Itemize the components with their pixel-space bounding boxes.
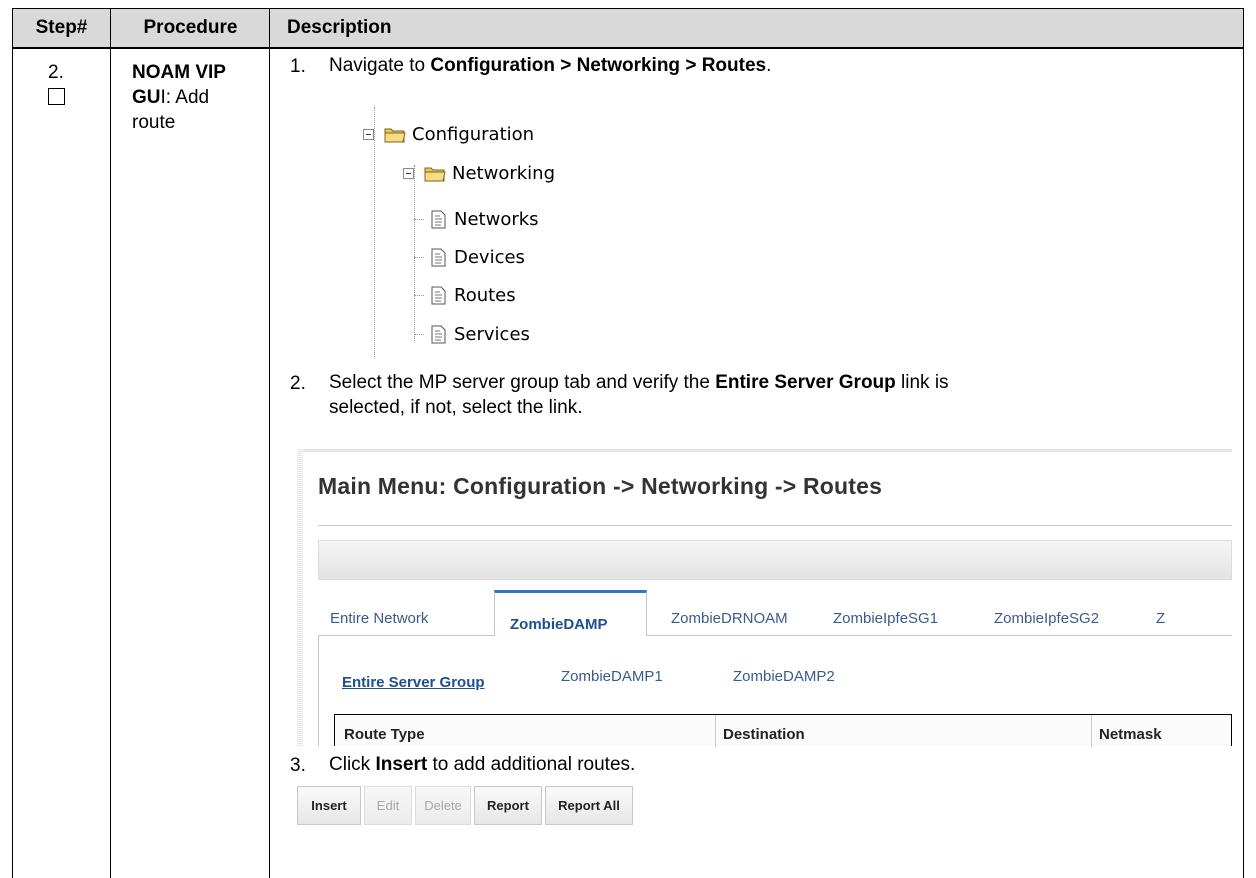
procedure-table: Step# Procedure Description 2. NOAM VIP … (12, 8, 1244, 878)
step3-bold: Insert (375, 754, 428, 775)
step2-post: link is (895, 372, 949, 393)
step2-bold: Entire Server Group (715, 372, 896, 393)
procedure-text: NOAM VIP GUI: Add route (132, 60, 272, 135)
step1-text: Navigate to Configuration > Networking >… (329, 53, 771, 78)
report-button[interactable]: Report (474, 786, 542, 825)
procedure-line3: route (132, 112, 176, 133)
page-title: Main Menu: Configuration -> Networking -… (318, 473, 883, 499)
tab-zombieipfesg2[interactable]: ZombieIpfeSG2 (994, 610, 1099, 627)
step-number: 2. (48, 62, 64, 83)
step1-number: 1. (290, 56, 306, 77)
step3-number: 3. (290, 755, 306, 776)
title-divider (318, 525, 1232, 526)
column-divider (1091, 715, 1092, 747)
document-icon (431, 325, 446, 344)
tree-node-networking[interactable]: Networking (403, 160, 555, 186)
header-step: Step# (35, 17, 88, 38)
header-procedure: Procedure (143, 17, 238, 38)
table-divider-2 (269, 8, 270, 878)
procedure-line2-rest: I: Add (160, 87, 210, 108)
toolbar-bar (318, 540, 1232, 580)
step2-line2: selected, if not, select the link. (329, 397, 583, 418)
tree-branch-4 (414, 334, 424, 335)
column-route-type[interactable]: Route Type (344, 726, 425, 743)
step2-number: 2. (290, 373, 306, 394)
tree-branch-1 (414, 219, 424, 220)
edit-button[interactable]: Edit (364, 786, 412, 825)
step3-post: to add additional routes. (427, 754, 636, 775)
step1-pre: Navigate to (329, 55, 431, 76)
subtab-zombiedamp2[interactable]: ZombieDAMP2 (733, 668, 835, 685)
tree-label-networking: Networking (452, 162, 555, 184)
step-checkbox[interactable] (48, 88, 65, 105)
folder-open-icon (424, 165, 446, 182)
tree-node-configuration[interactable]: Configuration (363, 121, 534, 147)
collapse-icon[interactable] (403, 167, 414, 179)
column-destination[interactable]: Destination (723, 726, 805, 743)
tree-leaf-routes[interactable]: Routes (431, 282, 516, 308)
screenshot-left-edge (297, 449, 303, 746)
tree-label-devices: Devices (454, 246, 525, 268)
step1-bold: Configuration > Networking > Routes (430, 55, 767, 76)
document-icon (431, 210, 446, 229)
folder-open-icon (384, 126, 406, 143)
step2-text: Select the MP server group tab and verif… (329, 370, 1209, 420)
step3-pre: Click (329, 754, 376, 775)
header-bottom-line (12, 48, 1244, 49)
tab-zombiedamp[interactable]: ZombieDAMP (510, 616, 608, 633)
tree-leaf-networks[interactable]: Networks (431, 206, 539, 232)
column-divider (715, 715, 716, 747)
navigation-tree: Configuration Networking Networks Device… (358, 107, 618, 360)
tab-zombieipfesg1[interactable]: ZombieIpfeSG1 (833, 610, 938, 627)
procedure-line1: NOAM VIP (132, 62, 226, 83)
document-icon (431, 248, 446, 267)
table-border-right (1243, 8, 1244, 878)
document-icon (431, 286, 446, 305)
tree-label-services: Services (454, 323, 530, 345)
tree-branch-2 (414, 257, 424, 258)
tree-guide-child (414, 165, 415, 341)
collapse-icon[interactable] (363, 128, 374, 140)
procedure-line2-bold: GU (132, 87, 161, 108)
routes-table-header: Route Type Destination Netmask (334, 714, 1232, 747)
insert-button[interactable]: Insert (297, 786, 361, 825)
screenshot-top-edge (297, 449, 1232, 452)
tree-branch-3 (414, 295, 424, 296)
tab-zombiedrnoam[interactable]: ZombieDRNOAM (671, 610, 788, 627)
delete-button[interactable]: Delete (415, 786, 471, 825)
routes-screenshot: Main Menu: Configuration -> Networking -… (297, 449, 1232, 747)
tree-label-networks: Networks (454, 208, 539, 230)
tree-label-configuration: Configuration (412, 123, 535, 145)
tab-overflow[interactable]: Z (1156, 610, 1165, 627)
column-netmask[interactable]: Netmask (1099, 726, 1162, 743)
subtab-zombiedamp1[interactable]: ZombieDAMP1 (561, 668, 663, 685)
subtab-entire-server-group[interactable]: Entire Server Group (342, 674, 485, 691)
tree-label-routes: Routes (454, 284, 516, 306)
step2-pre: Select the MP server group tab and verif… (329, 372, 716, 393)
report-all-button[interactable]: Report All (545, 786, 633, 825)
step3-text: Click Insert to add additional routes. (329, 752, 635, 777)
tree-leaf-services[interactable]: Services (431, 321, 530, 347)
table-border-left (12, 8, 13, 878)
header-description: Description (287, 17, 392, 38)
tree-leaf-devices[interactable]: Devices (431, 244, 525, 270)
table-divider-1 (110, 8, 111, 878)
tab-entire-network[interactable]: Entire Network (330, 610, 428, 627)
step1-post: . (766, 55, 772, 76)
table-header-row: Step# Procedure Description (12, 8, 1244, 48)
